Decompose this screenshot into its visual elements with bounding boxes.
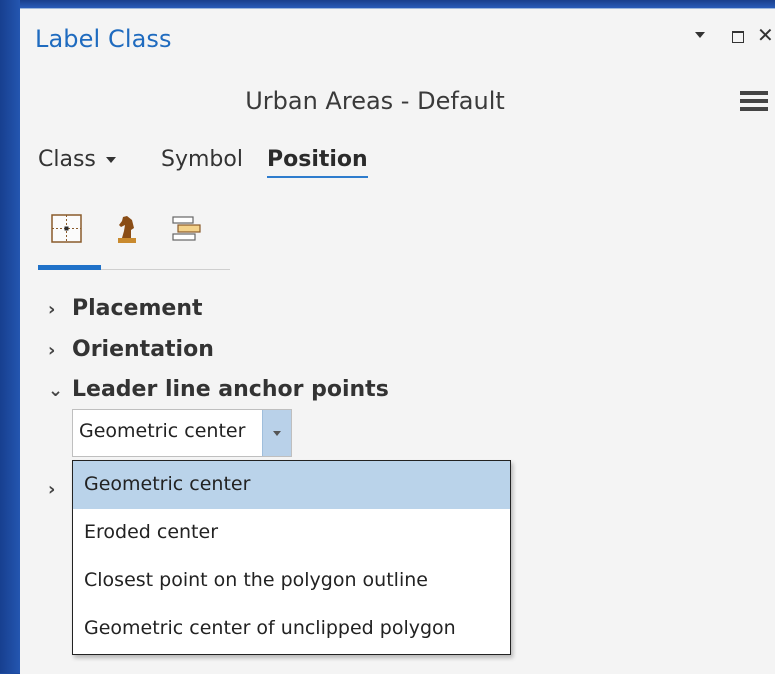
option-label: Eroded center [84, 521, 219, 543]
close-icon[interactable]: ✕ [757, 23, 774, 47]
section-orientation-label: Orientation [72, 337, 214, 362]
tab-symbol[interactable]: Symbol [161, 147, 243, 172]
chevron-right-icon: › [48, 340, 56, 361]
pin-icon[interactable] [695, 32, 705, 38]
section-leader-line-label: Leader line anchor points [72, 377, 389, 402]
option-geometric-center[interactable]: Geometric center [73, 461, 510, 509]
tab-position[interactable]: Position [267, 147, 368, 178]
anchor-point-options-list: Geometric center Eroded center Closest p… [72, 460, 511, 655]
anchor-point-select[interactable]: Geometric center [72, 409, 292, 457]
chevron-right-icon[interactable]: › [48, 479, 55, 500]
option-label: Geometric center [84, 473, 251, 495]
hamburger-menu-icon[interactable] [740, 91, 768, 115]
layer-class-heading: Urban Areas - Default [245, 87, 505, 115]
chevron-down-icon [105, 157, 116, 163]
option-eroded-center[interactable]: Eroded center [73, 509, 510, 557]
option-label: Closest point on the polygon outline [84, 569, 428, 591]
dropdown-arrow-button[interactable] [262, 410, 291, 456]
maximize-icon[interactable] [732, 31, 744, 43]
tab-class-label: Class [38, 147, 96, 172]
label-class-pane: Label Class ✕ Urban Areas - Default Clas… [20, 8, 775, 674]
option-closest-point[interactable]: Closest point on the polygon outline [73, 557, 510, 605]
chevron-down-icon: ⌄ [48, 380, 64, 401]
section-leader-line-anchor-points[interactable]: ⌄ Leader line anchor points [48, 377, 389, 402]
placement-grid-icon[interactable] [50, 212, 84, 246]
anchor-point-select-value: Geometric center [79, 420, 246, 442]
pane-title: Label Class [35, 25, 172, 53]
chevron-down-icon [273, 431, 281, 436]
section-orientation[interactable]: › Orientation [48, 337, 214, 362]
section-placement[interactable]: › Placement [48, 296, 203, 321]
chevron-right-icon: › [48, 299, 56, 320]
option-label: Geometric center of unclipped polygon [84, 617, 456, 639]
option-geometric-center-unclipped[interactable]: Geometric center of unclipped polygon [73, 605, 510, 653]
subtab-active-indicator [38, 265, 101, 270]
desktop-background-top [0, 0, 775, 8]
desktop-background-left [0, 0, 20, 673]
chess-knight-icon[interactable] [110, 212, 144, 246]
stacked-labels-icon[interactable] [170, 212, 204, 246]
section-placement-label: Placement [72, 296, 203, 321]
tab-class[interactable]: Class [38, 147, 116, 172]
